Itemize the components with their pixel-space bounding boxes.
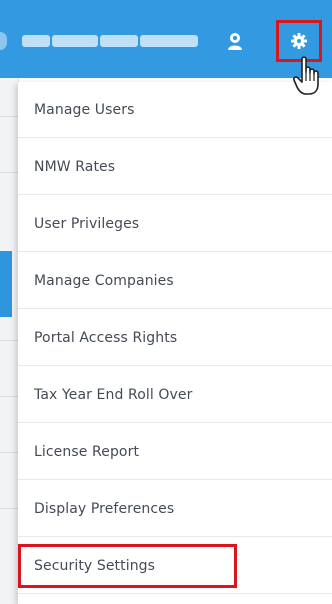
menu-item-display-preferences[interactable]: Display Preferences [18, 481, 332, 537]
divider [0, 396, 18, 397]
menu-item-security-settings[interactable]: Security Settings [18, 538, 332, 594]
menu-item-label: User Privileges [34, 215, 140, 232]
menu-item-label: License Report [34, 443, 140, 460]
divider [0, 172, 18, 173]
divider [0, 452, 18, 453]
divider [0, 116, 18, 117]
divider [0, 508, 18, 509]
menu-item-label: Display Preferences [34, 500, 175, 517]
gear-icon [291, 33, 307, 49]
menu-item-label: Portal Access Rights [34, 329, 178, 346]
page: Manage Users NMW Rates User Privileges M… [0, 0, 332, 604]
blur-segment [22, 35, 50, 47]
partial-element [0, 32, 7, 50]
menu-item-label: Tax Year End Roll Over [34, 386, 193, 403]
hand-pointer-icon [293, 55, 325, 99]
settings-dropdown-menu: Manage Users NMW Rates User Privileges M… [18, 82, 332, 604]
active-indicator [0, 251, 12, 317]
menu-item-manage-companies[interactable]: Manage Companies [18, 253, 332, 309]
menu-item-label: NMW Rates [34, 158, 116, 175]
menu-item-tax-year-end-roll-over[interactable]: Tax Year End Roll Over [18, 367, 332, 423]
blur-segment [100, 35, 138, 47]
left-sidebar-edge [0, 78, 19, 604]
menu-item-label: Manage Companies [34, 272, 174, 289]
menu-item-manage-users[interactable]: Manage Users [18, 82, 332, 138]
menu-item-license-report[interactable]: License Report [18, 424, 332, 480]
divider [0, 340, 18, 341]
blur-segment [52, 35, 98, 47]
top-navigation-bar [0, 0, 332, 78]
blurred-username[interactable] [22, 35, 198, 47]
menu-item-portal-access-rights[interactable]: Portal Access Rights [18, 310, 332, 366]
menu-item-user-privileges[interactable]: User Privileges [18, 196, 332, 252]
menu-item-label: Manage Users [34, 101, 135, 118]
blur-segment [140, 35, 198, 47]
menu-item-label: Security Settings [34, 557, 156, 574]
menu-item-nmw-rates[interactable]: NMW Rates [18, 139, 332, 195]
user-avatar-icon[interactable] [226, 31, 244, 51]
